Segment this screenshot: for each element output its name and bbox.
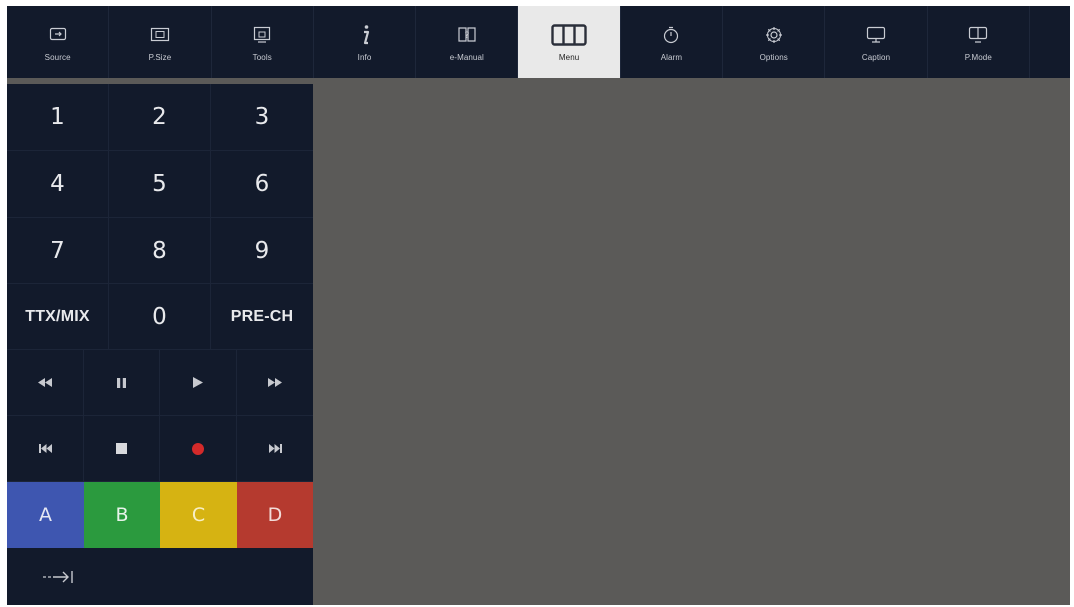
source-label: Source [44,52,71,62]
play-button[interactable] [160,350,237,416]
picture-size-icon [150,23,170,47]
menu-label: Menu [558,52,580,62]
stop-button[interactable] [84,416,160,482]
caption-button[interactable]: Caption [825,6,928,78]
bottom-row [7,548,313,605]
color-key-a-button[interactable]: A [7,482,84,548]
key-8-button[interactable]: 8 [109,218,211,284]
e-manual-icon: ? [457,23,477,47]
media-row-2 [7,416,313,482]
skip-back-icon [38,444,52,453]
e-manual-button[interactable]: ? e-Manual [416,6,519,78]
alarm-button[interactable]: Alarm [621,6,724,78]
key-7-button[interactable]: 7 [7,218,109,284]
key-1-button[interactable]: 1 [7,84,109,151]
pause-button[interactable] [84,350,160,416]
rewind-icon [38,378,52,387]
skip-forward-button[interactable] [237,416,313,482]
caption-label: Caption [861,52,891,62]
pause-icon [117,377,126,388]
media-row-1 [7,350,313,416]
fast-forward-button[interactable] [237,350,313,416]
top-toolbar: Source P.Size Tools Info ? e-Manual Menu… [7,6,1070,78]
menu-button[interactable]: Menu [518,6,621,78]
tools-label: Tools [252,52,272,62]
info-icon [359,23,371,47]
rewind-button[interactable] [7,350,84,416]
skip-back-button[interactable] [7,416,84,482]
pre-ch-button[interactable]: PRE-CH [211,284,313,350]
alarm-label: Alarm [660,52,683,62]
fast-forward-icon [268,378,282,387]
source-button[interactable]: Source [7,6,110,78]
caption-icon [866,23,886,47]
picture-mode-button[interactable]: P.Mode [928,6,1030,78]
remote-control-screen: Source P.Size Tools Info ? e-Manual Menu… [7,6,1070,605]
key-6-button[interactable]: 6 [211,151,313,218]
picture-size-label: P.Size [148,52,172,62]
color-key-c-button[interactable]: C [160,482,237,548]
color-keys-row: A B C D [7,482,313,548]
keypad-row-4: TTX/MIX 0 PRE-CH [7,284,313,350]
options-label: Options [759,52,788,62]
svg-text:?: ? [464,31,469,41]
play-icon [193,377,203,388]
info-label: Info [357,52,372,62]
move-to-button[interactable] [7,548,109,605]
keypad-row-1: 1 2 3 [7,84,313,151]
key-0-button[interactable]: 0 [109,284,211,350]
move-to-icon [43,570,73,583]
key-4-button[interactable]: 4 [7,151,109,218]
skip-forward-icon [268,444,282,453]
key-5-button[interactable]: 5 [109,151,211,218]
picture-mode-icon [968,23,988,47]
tools-icon [253,23,271,47]
keypad-row-3: 7 8 9 [7,218,313,284]
record-icon [192,442,204,455]
color-key-b-button[interactable]: B [84,482,160,548]
stop-icon [116,443,127,454]
picture-size-button[interactable]: P.Size [109,6,212,78]
options-gear-icon [764,23,784,47]
key-9-button[interactable]: 9 [211,218,313,284]
key-3-button[interactable]: 3 [211,84,313,151]
alarm-icon [662,23,680,47]
options-button[interactable]: Options [723,6,826,78]
color-key-d-button[interactable]: D [237,482,313,548]
menu-icon [551,23,587,47]
tools-button[interactable]: Tools [212,6,314,78]
record-button[interactable] [160,416,237,482]
content-area [313,78,1070,605]
source-icon [49,23,67,47]
picture-mode-label: P.Mode [964,52,992,62]
keypad-row-2: 4 5 6 [7,151,313,218]
key-2-button[interactable]: 2 [109,84,211,151]
info-button[interactable]: Info [314,6,417,78]
ttx-mix-button[interactable]: TTX/MIX [7,284,109,350]
e-manual-label: e-Manual [449,52,484,62]
remote-keypad-panel: 1 2 3 4 5 6 7 8 9 TTX/MIX 0 PRE-CH A B C… [7,84,313,605]
